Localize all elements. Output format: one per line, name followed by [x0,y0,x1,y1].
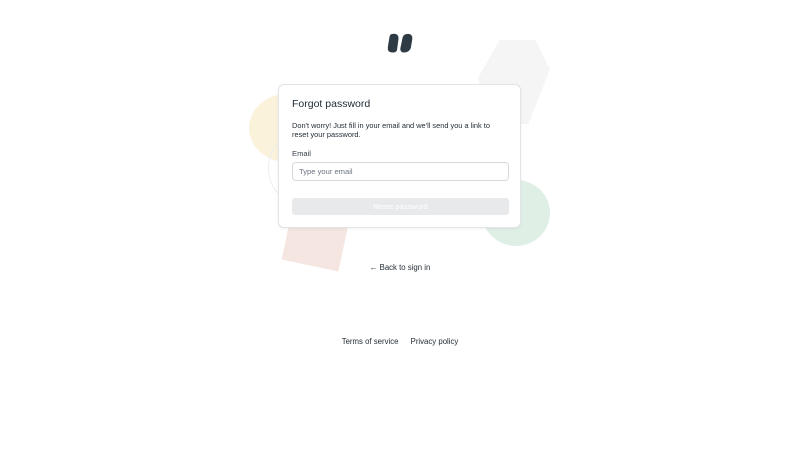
card-title: Forgot password [292,98,371,110]
terms-of-service-link[interactable]: Terms of service [342,337,399,346]
back-to-sign-in-link[interactable]: ← Back to sign in [370,263,431,272]
privacy-policy-link[interactable]: Privacy policy [411,337,459,346]
quote-marks-logo-icon [387,33,413,53]
forgot-password-page: Forgot password Don't worry! Just fill i… [0,0,800,459]
footer-links: Terms of service Privacy policy [0,337,800,346]
card-description: Don't worry! Just fill in your email and… [292,121,490,139]
back-to-sign-in-row: ← Back to sign in [0,263,800,272]
back-to-sign-in-label: Back to sign in [379,263,431,272]
forgot-password-card: Forgot password Don't worry! Just fill i… [278,84,521,228]
arrow-left-icon: ← [369,263,378,272]
email-label: Email [292,149,311,159]
reset-password-button[interactable]: Reset password [292,198,509,216]
email-field[interactable] [292,162,509,182]
